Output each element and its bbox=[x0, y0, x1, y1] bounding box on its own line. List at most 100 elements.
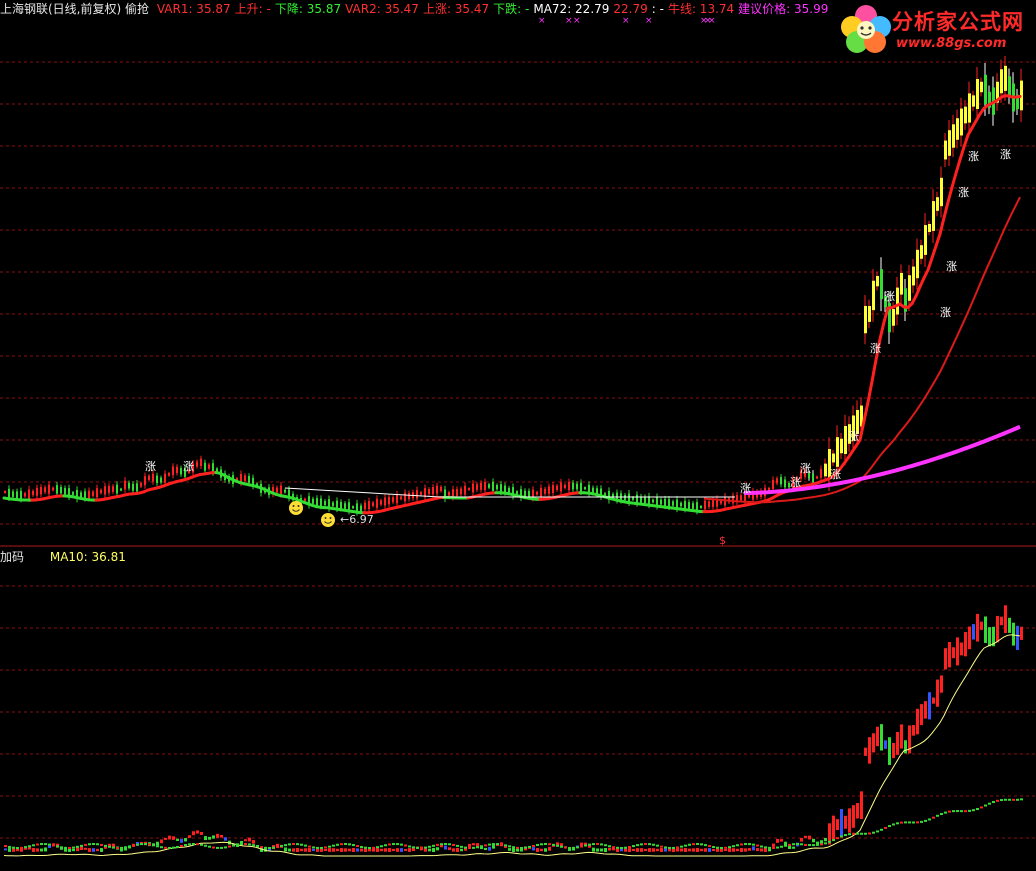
sub-bar bbox=[728, 848, 731, 852]
sub-bar bbox=[780, 839, 783, 842]
candle-body bbox=[484, 481, 486, 491]
sub-bar bbox=[88, 848, 91, 852]
track-dot bbox=[48, 843, 51, 846]
indicator-value: 下跌: - bbox=[493, 2, 530, 16]
candle-body bbox=[276, 487, 278, 493]
sub-bar bbox=[348, 848, 351, 852]
sub-bar bbox=[172, 836, 175, 840]
track-dot bbox=[124, 846, 127, 849]
rise-mark: 涨 bbox=[1000, 148, 1011, 161]
sub-bar bbox=[324, 848, 327, 852]
track-dot bbox=[112, 846, 115, 849]
candle-body bbox=[688, 502, 690, 509]
sub-bar bbox=[1000, 616, 1003, 626]
candle-body bbox=[408, 492, 410, 500]
rise-mark: 涨 bbox=[145, 460, 156, 473]
price-candles bbox=[4, 55, 1023, 516]
cross-mark: × bbox=[538, 16, 546, 26]
smiley-icon bbox=[321, 513, 335, 527]
sub-bar bbox=[748, 848, 751, 851]
track-dot bbox=[656, 844, 659, 847]
track-dot bbox=[556, 844, 559, 847]
sub-bar bbox=[608, 847, 611, 851]
candle-body bbox=[956, 118, 959, 140]
sub-bar bbox=[40, 848, 43, 852]
track-dot bbox=[824, 842, 827, 845]
sub-bar bbox=[360, 848, 363, 852]
track-dot bbox=[924, 819, 927, 822]
track-dot bbox=[188, 843, 191, 846]
candle-body bbox=[472, 483, 474, 493]
sub-bar bbox=[816, 841, 819, 845]
sub-bar bbox=[532, 847, 535, 851]
track-dot bbox=[668, 846, 671, 849]
candle-body bbox=[948, 130, 951, 156]
sub-bar bbox=[492, 845, 495, 849]
sub-bar bbox=[804, 835, 807, 838]
candle-body bbox=[868, 305, 871, 322]
track-dot bbox=[816, 843, 819, 846]
track-dot bbox=[860, 832, 863, 835]
track-dot bbox=[604, 844, 607, 847]
track-dot bbox=[840, 835, 843, 838]
candle-body bbox=[316, 498, 318, 506]
track-dot bbox=[168, 846, 171, 849]
sub-bar bbox=[760, 848, 763, 852]
track-dot bbox=[196, 843, 199, 846]
track-dot bbox=[928, 818, 931, 821]
track-dot bbox=[480, 845, 483, 848]
track-dot bbox=[692, 843, 695, 846]
sub-bar bbox=[664, 848, 667, 852]
sub-bar bbox=[352, 848, 355, 852]
candle-body bbox=[384, 497, 386, 506]
sub-bar bbox=[692, 848, 695, 852]
track-dot bbox=[248, 843, 251, 846]
candle-body bbox=[840, 438, 843, 454]
candle-body bbox=[400, 496, 402, 500]
candle-body bbox=[168, 472, 170, 476]
sub-bar bbox=[220, 835, 223, 838]
indicator-value: 上升: - bbox=[234, 2, 271, 16]
track-dot bbox=[136, 843, 139, 846]
trend-line-segment bbox=[946, 185, 954, 204]
track-dot bbox=[944, 811, 947, 814]
sub-bar bbox=[756, 848, 759, 852]
track-dot bbox=[528, 845, 531, 848]
candle-body bbox=[284, 489, 286, 493]
track-dot bbox=[576, 846, 579, 849]
indicator-value: 下降: 35.87 bbox=[274, 2, 342, 16]
track-dot bbox=[8, 845, 11, 848]
candle-body bbox=[456, 489, 458, 496]
sub-bar bbox=[632, 848, 635, 852]
track-dot bbox=[800, 843, 803, 846]
candle-body bbox=[52, 487, 54, 491]
chart-canvas[interactable]: 涨涨涨 涨涨 涨涨涨涨涨涨涨涨 涨× × × × × ××× bbox=[0, 0, 1036, 871]
sub-bar bbox=[196, 830, 199, 834]
trend-line-segment bbox=[866, 380, 874, 404]
track-dot bbox=[880, 828, 883, 831]
track-dot bbox=[532, 844, 535, 847]
track-dot bbox=[204, 844, 207, 847]
track-dot bbox=[852, 832, 855, 835]
sub-bar bbox=[660, 848, 663, 852]
track-dot bbox=[772, 846, 775, 849]
sub-bar bbox=[340, 848, 343, 852]
sub-bar bbox=[640, 848, 643, 852]
track-dot bbox=[408, 845, 411, 848]
track-dot bbox=[940, 813, 943, 816]
sub-bar bbox=[16, 848, 19, 852]
indicator-value: VAR2: 35.47 bbox=[345, 2, 419, 16]
track-dot bbox=[948, 810, 951, 813]
sub-bar bbox=[404, 848, 407, 852]
trend-line-segment bbox=[878, 320, 886, 341]
candle-body bbox=[832, 453, 835, 463]
sub-bar bbox=[472, 843, 475, 846]
track-dot bbox=[896, 822, 899, 825]
trend-line-segment bbox=[934, 232, 942, 248]
track-dot bbox=[240, 843, 243, 846]
track-dot bbox=[916, 821, 919, 824]
track-dot bbox=[920, 820, 923, 823]
dollar-mark: $ bbox=[719, 534, 726, 547]
track-dot bbox=[536, 843, 539, 846]
track-dot bbox=[660, 845, 663, 848]
